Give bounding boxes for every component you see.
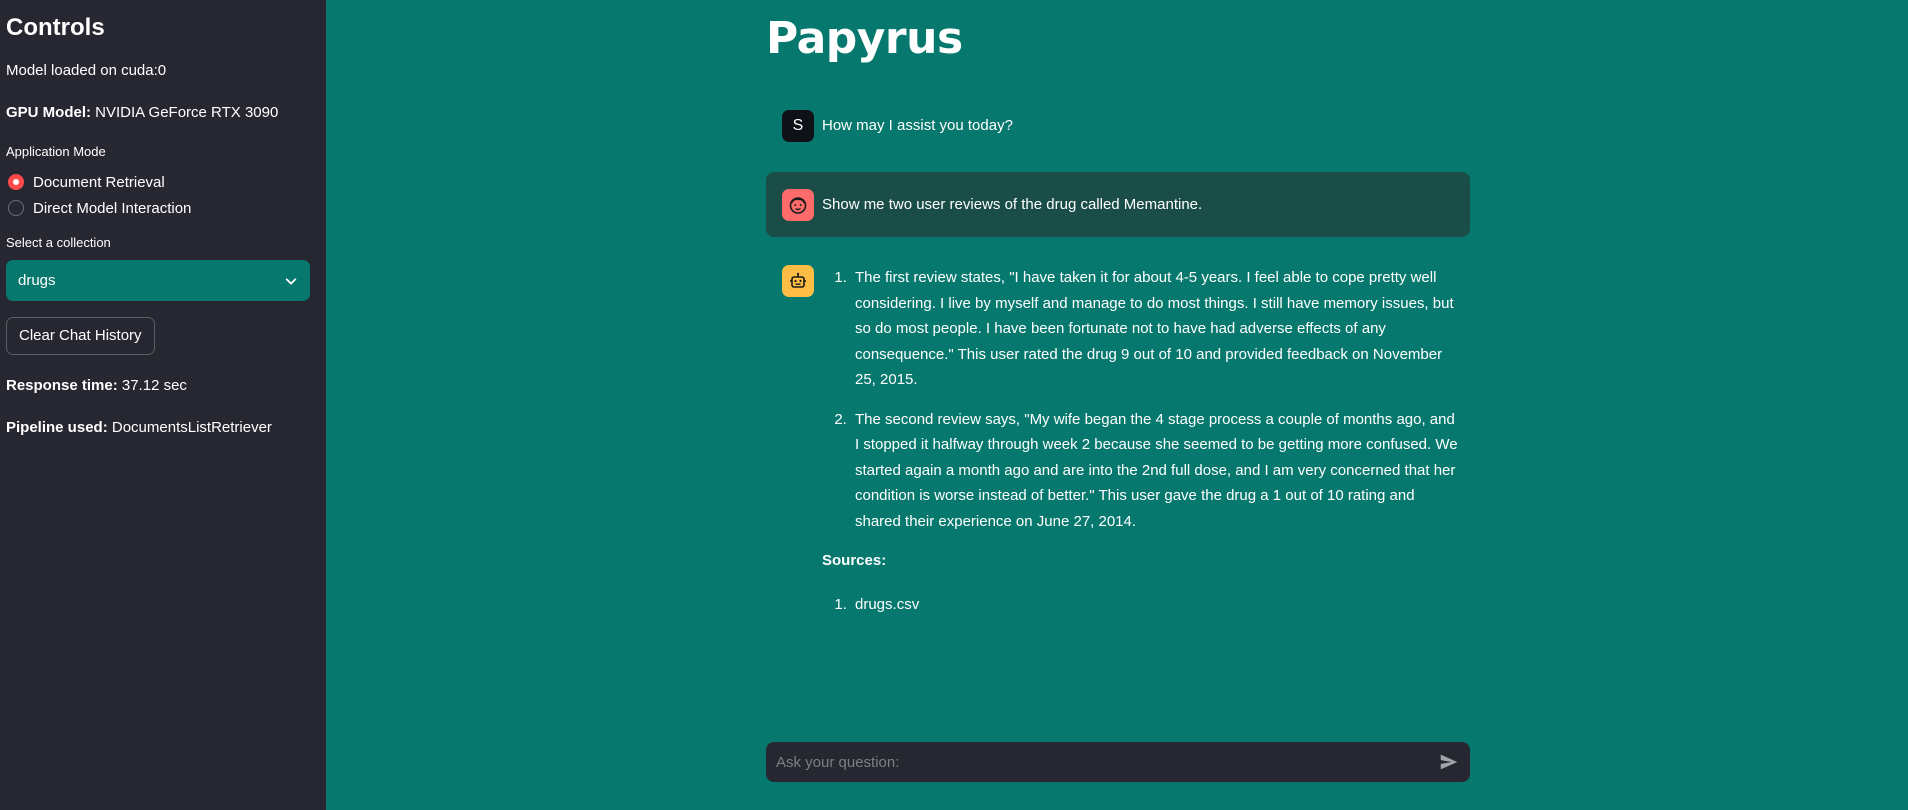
chat-message-assistant: The first review states, "I have taken i…	[766, 265, 1470, 617]
list-item: The first review states, "I have taken i…	[851, 265, 1462, 393]
radio-direct-model-interaction[interactable]: Direct Model Interaction	[6, 195, 320, 221]
response-value: 37.12 sec	[121, 377, 187, 394]
response-label: Response time:	[6, 377, 118, 394]
chat-message-user: Show me two user reviews of the drug cal…	[766, 172, 1470, 237]
chat-message-system: S How may I assist you today?	[766, 110, 1470, 142]
clear-chat-button[interactable]: Clear Chat History	[6, 317, 155, 355]
pipeline-value: DocumentsListRetriever	[111, 419, 272, 436]
radio-label: Document Retrieval	[33, 173, 165, 191]
source-item: drugs.csv	[851, 592, 1462, 618]
question-input[interactable]	[776, 753, 1438, 771]
robot-icon	[782, 265, 814, 297]
chevron-down-icon	[285, 277, 297, 284]
user-face-icon	[782, 188, 814, 221]
radio-label: Direct Model Interaction	[33, 199, 192, 217]
page-title: Papyrus	[766, 13, 963, 64]
main-content: Papyrus S How may I assist you today? Sh…	[766, 0, 1470, 617]
radio-selected-icon[interactable]	[8, 174, 24, 190]
pipeline-used: Pipeline used: DocumentsListRetriever	[6, 419, 320, 436]
response-time: Response time: 37.12 sec	[6, 377, 320, 394]
list-item: The second review says, "My wife began t…	[851, 407, 1462, 535]
message-text: How may I assist you today?	[822, 117, 1013, 134]
radio-document-retrieval[interactable]: Document Retrieval	[6, 169, 320, 195]
message-text: Show me two user reviews of the drug cal…	[822, 196, 1203, 213]
collection-label: Select a collection	[6, 235, 111, 250]
model-status: Model loaded on cuda:0	[6, 62, 167, 79]
sources-list: drugs.csv	[822, 592, 1462, 618]
pipeline-label: Pipeline used:	[6, 419, 108, 436]
sidebar: Controls Model loaded on cuda:0 GPU Mode…	[0, 0, 326, 810]
assistant-message-body: The first review states, "I have taken i…	[822, 265, 1462, 617]
gpu-label: GPU Model:	[6, 104, 91, 121]
radio-unselected-icon[interactable]	[8, 200, 24, 216]
send-icon[interactable]	[1438, 751, 1460, 773]
sources-label: Sources:	[822, 552, 887, 569]
collection-select[interactable]: drugs	[6, 260, 310, 301]
collection-value: drugs	[18, 272, 56, 289]
answer-list: The first review states, "I have taken i…	[822, 265, 1462, 534]
mode-label: Application Mode	[6, 144, 106, 159]
chat-input-box[interactable]	[766, 742, 1470, 782]
gpu-info: GPU Model: NVIDIA GeForce RTX 3090	[6, 104, 320, 121]
sidebar-title: Controls	[6, 14, 105, 41]
gpu-value: NVIDIA GeForce RTX 3090	[95, 104, 279, 121]
system-avatar: S	[782, 110, 814, 142]
